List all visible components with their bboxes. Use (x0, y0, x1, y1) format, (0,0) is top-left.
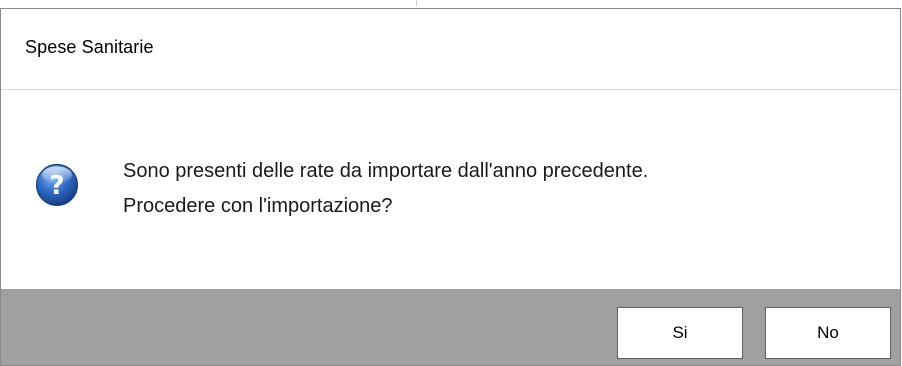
dialog-button-bar: Si No (1, 289, 900, 365)
message-line-1: Sono presenti delle rate da importare da… (123, 160, 649, 182)
dialog-message: Sono presenti delle rate da importare da… (123, 154, 648, 224)
message-dialog: Spese Sanitarie ? Sono presenti delle ra… (0, 8, 901, 366)
background-divider (416, 0, 417, 6)
question-icon: ? (35, 163, 79, 207)
message-line-2: Procedere con l'importazione? (123, 195, 393, 217)
no-button[interactable]: No (765, 307, 891, 359)
dialog-title: Spese Sanitarie (25, 37, 154, 57)
svg-text:?: ? (49, 171, 64, 201)
dialog-content: ? Sono presenti delle rate da importare … (1, 90, 900, 289)
yes-button[interactable]: Si (617, 307, 743, 359)
dialog-titlebar[interactable]: Spese Sanitarie (1, 9, 900, 90)
